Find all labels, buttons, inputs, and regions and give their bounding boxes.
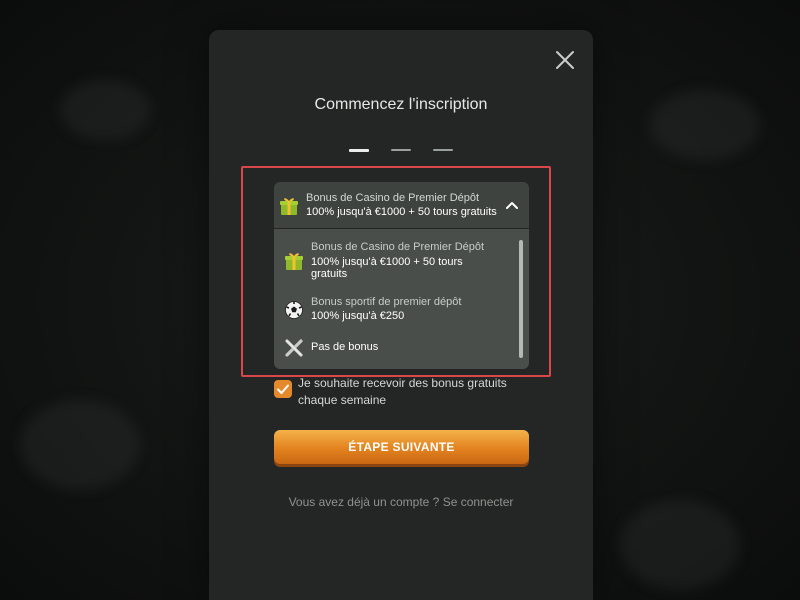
- background-shape: [60, 80, 150, 140]
- login-prompt-text: Vous avez déjà un compte ?: [288, 495, 443, 509]
- step-indicator: [349, 149, 455, 153]
- step-3-indicator: [433, 149, 453, 151]
- background-shape: [620, 500, 740, 590]
- weekly-bonus-checkbox[interactable]: [274, 380, 292, 398]
- login-link[interactable]: Se connecter: [443, 495, 514, 509]
- close-icon[interactable]: [552, 47, 578, 73]
- checkmark-icon: [277, 384, 289, 394]
- login-prompt: Vous avez déjà un compte ? Se connecter: [209, 495, 593, 509]
- weekly-bonus-label: Je souhaite recevoir des bonus gratuits …: [298, 376, 507, 407]
- step-1-indicator: [349, 149, 369, 152]
- highlight-frame: [241, 166, 551, 377]
- step-2-indicator: [391, 149, 411, 151]
- background-shape: [20, 400, 140, 490]
- next-step-button[interactable]: ÉTAPE SUIVANTE: [274, 430, 529, 464]
- background-shape: [650, 90, 760, 160]
- modal-title: Commencez l'inscription: [314, 96, 488, 113]
